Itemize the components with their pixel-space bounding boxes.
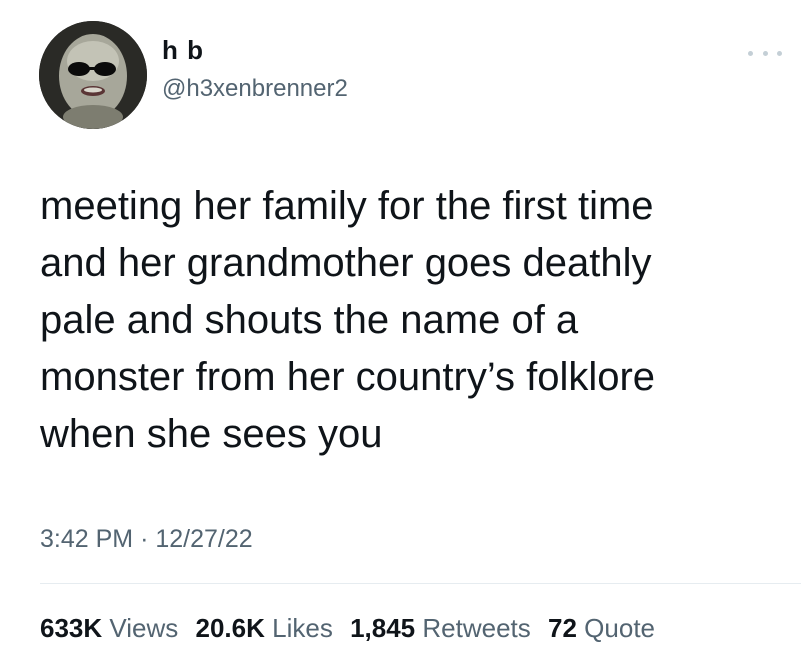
quotes-count: 72	[548, 613, 577, 643]
divider	[40, 583, 801, 584]
avatar-image	[39, 21, 147, 129]
retweets-stat[interactable]: 1,845 Retweets	[350, 613, 531, 643]
likes-stat[interactable]: 20.6K Likes	[196, 613, 333, 643]
tweet-time: 3:42 PM	[40, 525, 134, 553]
tweet-text: meeting her family for the first time an…	[40, 184, 656, 456]
timestamp-separator: ·	[140, 525, 149, 553]
tweet-timestamp[interactable]: 3:42 PM · 12/27/22	[40, 524, 253, 554]
views-count: 633K	[40, 613, 103, 643]
dot	[777, 50, 782, 56]
author-block: h b @h3xenbrenner2	[162, 34, 348, 104]
author-handle[interactable]: @h3xenbrenner2	[162, 74, 348, 104]
likes-count: 20.6K	[195, 613, 265, 643]
avatar[interactable]	[39, 21, 147, 129]
dot	[762, 50, 768, 56]
retweets-label: Retweets	[422, 613, 531, 643]
quotes-label: Quote	[584, 613, 655, 643]
likes-label: Likes	[272, 613, 333, 643]
views-stat[interactable]: 633K Views	[40, 613, 178, 643]
quotes-stat[interactable]: 72 Quote	[548, 613, 655, 643]
retweets-count: 1,845	[350, 613, 416, 643]
dot	[748, 50, 753, 56]
author-display-name[interactable]: h b	[162, 34, 348, 66]
tweet-card: h b @h3xenbrenner2 meeting her family fo…	[0, 0, 801, 669]
tweet-date: 12/27/22	[155, 525, 253, 553]
views-label: Views	[109, 613, 179, 643]
more-dots-icon[interactable]	[748, 46, 782, 60]
tweet-stats: 633K Views 20.6K Likes 1,845 Retweets 72…	[40, 612, 665, 644]
